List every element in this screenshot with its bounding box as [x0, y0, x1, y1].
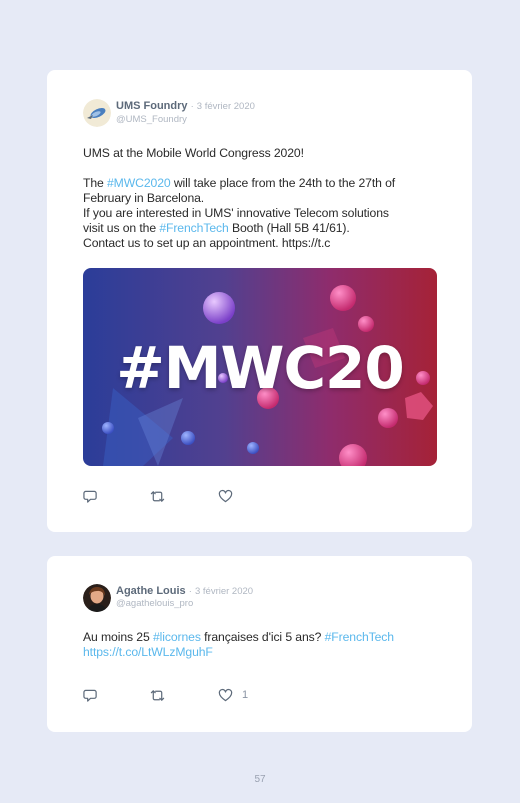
author-handle[interactable]: @UMS_Foundry	[116, 114, 187, 126]
tweet-text-line: If you are interested in UMS' innovative…	[83, 206, 389, 220]
hashtag-link[interactable]: #FrenchTech	[159, 221, 228, 235]
reply-button[interactable]	[83, 687, 98, 703]
author-name[interactable]: UMS Foundry	[116, 100, 188, 112]
heart-icon	[218, 489, 233, 502]
tweet-text: UMS at the Mobile World Congress 2020! T…	[83, 146, 443, 251]
avatar[interactable]	[83, 584, 111, 612]
like-button[interactable]	[218, 488, 233, 504]
heart-icon	[218, 688, 233, 701]
tweet-media-image[interactable]: #MWC20	[83, 268, 437, 466]
hashtag-link[interactable]: #licornes	[153, 630, 201, 644]
tweet-text-line: The #MWC2020 will take place from the 24…	[83, 176, 396, 205]
separator: ·	[190, 101, 194, 112]
tweet-actions	[83, 488, 283, 504]
avatar[interactable]	[83, 99, 111, 127]
tweet-text-line: UMS at the Mobile World Congress 2020!	[83, 146, 304, 160]
url-link[interactable]: https://t.co/LtWLzMguhF	[83, 645, 213, 659]
retweet-icon	[150, 689, 165, 701]
tweet-card: Agathe Louis · 3 février 2020 @agathelou…	[47, 556, 472, 732]
tweet-text-line: visit us on the #FrenchTech Booth (Hall …	[83, 221, 350, 235]
page-number: 57	[254, 774, 266, 785]
tweet-actions: 1	[83, 687, 283, 703]
author-name[interactable]: Agathe Louis	[116, 585, 186, 597]
media-headline: #MWC20	[116, 334, 405, 402]
hashtag-link[interactable]: #FrenchTech	[325, 630, 394, 644]
tweet-card: UMS Foundry · 3 février 2020 @UMS_Foundr…	[47, 70, 472, 532]
separator: ·	[188, 586, 192, 597]
reply-icon	[83, 689, 97, 702]
author-handle[interactable]: @agathelouis_pro	[116, 598, 193, 610]
reply-icon	[83, 490, 97, 503]
tweet-date[interactable]: 3 février 2020	[197, 101, 255, 112]
tweet-date[interactable]: 3 février 2020	[195, 586, 253, 597]
retweet-button[interactable]	[150, 488, 165, 504]
like-count: 1	[242, 689, 249, 701]
hashtag-link[interactable]: #MWC2020	[107, 176, 171, 190]
retweet-icon	[150, 490, 165, 502]
like-button[interactable]: 1	[218, 687, 248, 703]
reply-button[interactable]	[83, 488, 98, 504]
tweet-text-line: Au moins 25 #licornes françaises d'ici 5…	[83, 630, 394, 644]
tweet-text-line: Contact us to set up an appointment. htt…	[83, 236, 331, 250]
tweet-text: Au moins 25 #licornes françaises d'ici 5…	[83, 630, 443, 660]
retweet-button[interactable]	[150, 687, 165, 703]
